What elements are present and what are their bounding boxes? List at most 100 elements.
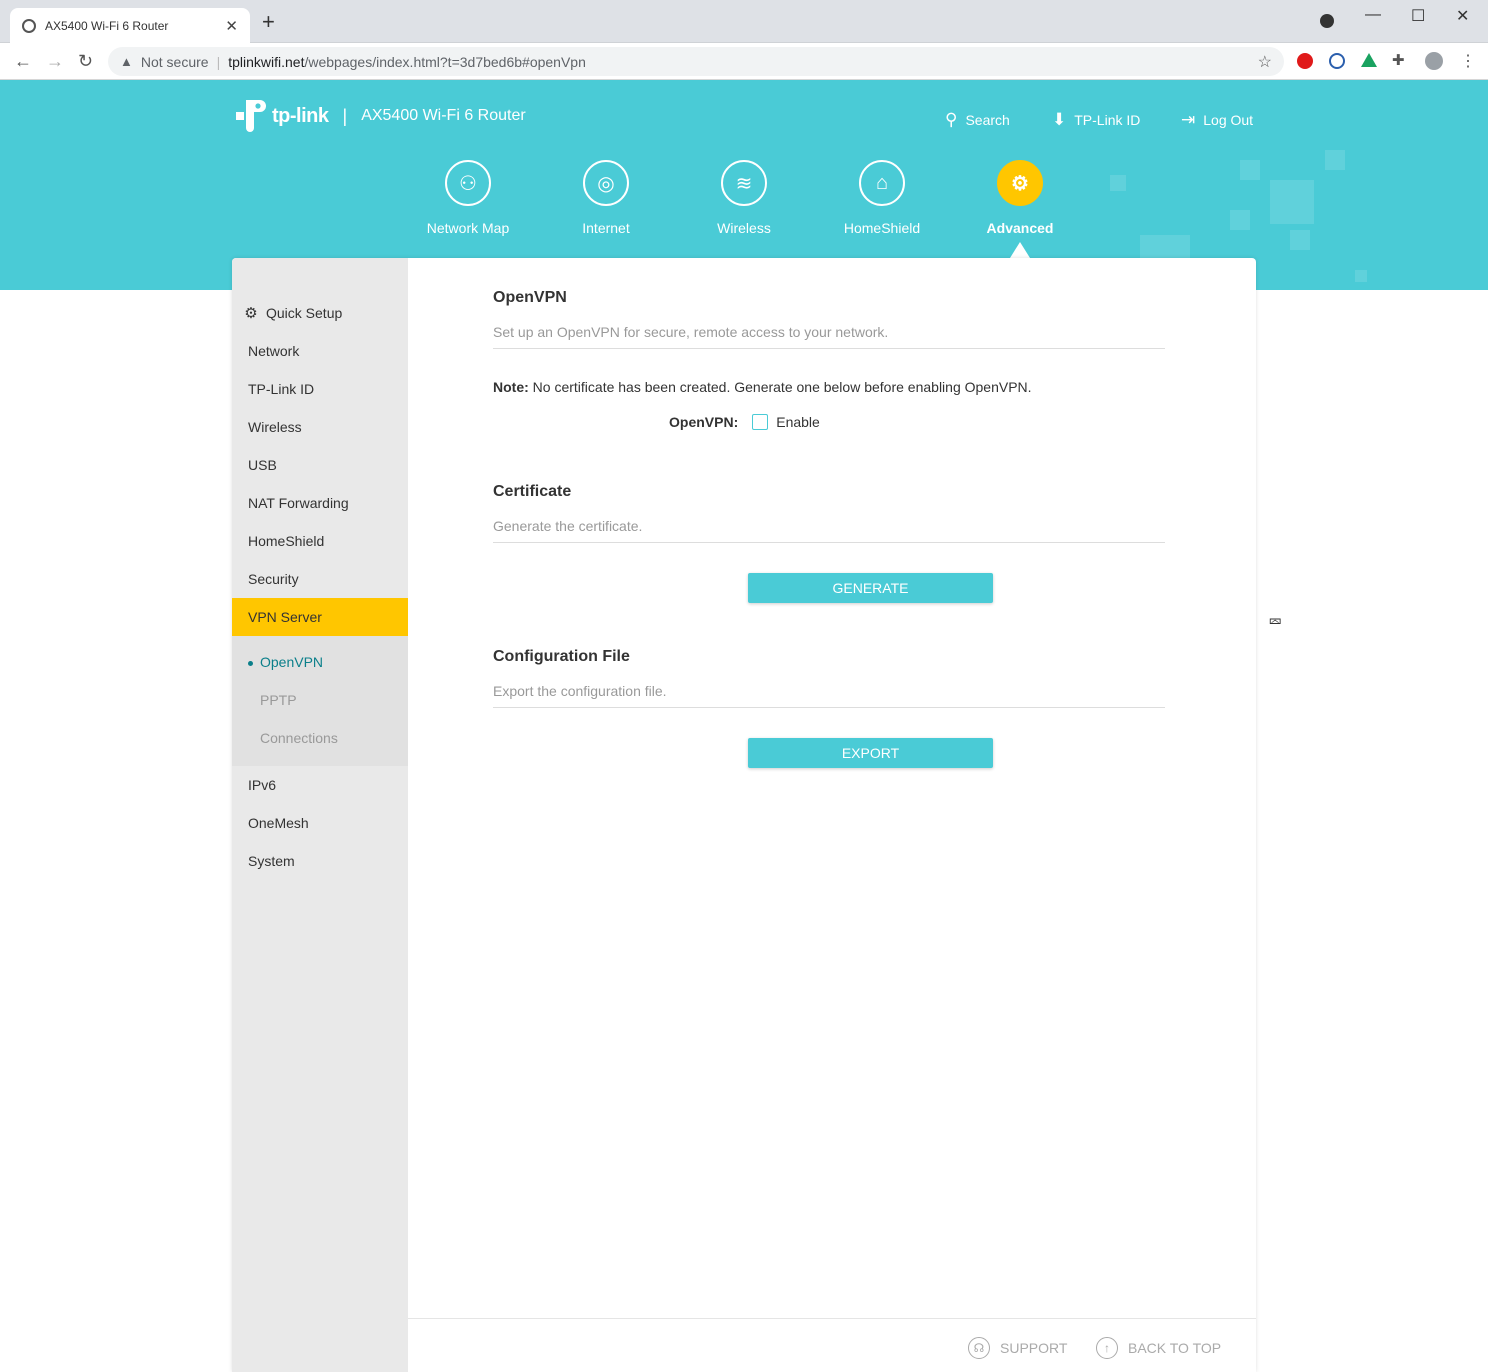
search-icon: ⚲ xyxy=(945,110,958,129)
openvpn-field-label: OpenVPN: xyxy=(669,414,739,430)
sidebar-item-label: IPv6 xyxy=(248,777,277,793)
opera-extension-icon[interactable] xyxy=(1297,53,1313,69)
export-button[interactable]: EXPORT xyxy=(748,738,993,768)
forward-icon[interactable]: → xyxy=(46,51,64,72)
sidebar-item-label: NAT Forwarding xyxy=(248,495,349,511)
tplink-id-link[interactable]: ⬇ TP-Link ID xyxy=(1052,110,1140,130)
sidebar-item-vpn-server[interactable]: VPN Server xyxy=(232,598,408,636)
sidebar-item-wireless[interactable]: Wireless xyxy=(232,408,408,446)
openvpn-title: OpenVPN xyxy=(493,289,567,306)
vpn-submenu: OpenVPN PPTP Connections xyxy=(232,636,408,766)
search-label: Search xyxy=(965,112,1010,128)
sidebar-item-label: Security xyxy=(248,571,299,587)
nav-wireless[interactable]: ≋ Wireless xyxy=(674,160,814,236)
sidebar-item-security[interactable]: Security xyxy=(232,560,408,598)
logout-label: Log Out xyxy=(1203,112,1254,128)
globe-icon: ◎ xyxy=(583,160,629,206)
maximize-icon[interactable]: ☐ xyxy=(1411,6,1425,26)
back-to-top-label: BACK TO TOP xyxy=(1128,1340,1222,1356)
nav-label: Advanced xyxy=(986,220,1054,236)
active-nav-pointer xyxy=(1010,242,1030,258)
sidebar-item-system[interactable]: System xyxy=(232,842,408,880)
security-label[interactable]: Not secure xyxy=(141,54,209,70)
nav-label: Internet xyxy=(582,220,630,236)
certificate-note: Note: No certificate has been created. G… xyxy=(493,379,1032,395)
new-tab-button[interactable]: + xyxy=(262,11,275,33)
openvpn-description: Set up an OpenVPN for secure, remote acc… xyxy=(493,324,1165,349)
search-link[interactable]: ⚲ Search xyxy=(945,110,1010,130)
url-path: /webpages/index.html?t=3d7bed6b#openVpn xyxy=(304,53,586,70)
tplink-id-label: TP-Link ID xyxy=(1074,112,1141,128)
sidebar-item-label: Quick Setup xyxy=(266,305,343,321)
sidebar-item-quick-setup[interactable]: ⚙ Quick Setup xyxy=(232,294,408,332)
tplink-logo: tp-link | AX5400 Wi-Fi 6 Router xyxy=(232,98,526,134)
arrow-up-icon: ↑ xyxy=(1096,1337,1118,1359)
window-close-icon[interactable]: ✕ xyxy=(1456,6,1469,26)
nav-internet[interactable]: ◎ Internet xyxy=(536,160,676,236)
submenu-item-connections[interactable]: Connections xyxy=(260,730,338,746)
certificate-description: Generate the certificate. xyxy=(493,518,1165,543)
nav-label: Network Map xyxy=(426,220,510,236)
router-model: AX5400 Wi-Fi 6 Router xyxy=(361,107,526,124)
sidebar-item-label: Network xyxy=(248,343,300,359)
generate-button[interactable]: GENERATE xyxy=(748,573,993,603)
active-dot xyxy=(248,661,253,666)
submenu-item-pptp[interactable]: PPTP xyxy=(260,692,297,708)
submenu-label: PPTP xyxy=(260,692,297,708)
enable-checkbox[interactable] xyxy=(752,414,769,430)
browser-tab[interactable]: AX5400 Wi-Fi 6 Router ✕ xyxy=(10,8,250,43)
sidebar-item-ipv6[interactable]: IPv6 xyxy=(232,766,408,804)
sidebar-item-network[interactable]: Network xyxy=(232,332,408,370)
back-to-top-link[interactable]: ↑ BACK TO TOP xyxy=(1096,1337,1221,1359)
brand-name: tp-link xyxy=(272,104,329,127)
minimize-icon[interactable]: — xyxy=(1365,6,1381,24)
support-link[interactable]: ☊ SUPPORT xyxy=(968,1337,1067,1359)
password-extension-icon[interactable] xyxy=(1329,53,1345,69)
network-map-icon: ⚇ xyxy=(445,160,491,206)
wifi-icon: ≋ xyxy=(721,160,767,206)
nav-advanced[interactable]: ⚙ Advanced xyxy=(950,160,1090,236)
logout-link[interactable]: ⇥ Log Out xyxy=(1181,110,1253,130)
browser-tab-bar: AX5400 Wi-Fi 6 Router ✕ + — ☐ ✕ xyxy=(0,0,1488,43)
tplink-logo-icon xyxy=(236,100,266,132)
extensions-puzzle-icon[interactable]: ✚ xyxy=(1392,51,1405,69)
logo-divider: | xyxy=(342,105,348,126)
globe-icon xyxy=(22,18,36,33)
url-field[interactable]: ▲ Not secure | tplinkwifi.net/webpages/i… xyxy=(108,47,1284,76)
gear-icon: ⚙ xyxy=(997,160,1043,206)
support-label: SUPPORT xyxy=(1000,1340,1068,1356)
nav-network-map[interactable]: ⚇ Network Map xyxy=(398,160,538,236)
url-host: tplinkwifi.net xyxy=(228,53,305,70)
headset-icon: ☊ xyxy=(968,1337,990,1359)
nav-homeshield[interactable]: ⌂ HomeShield xyxy=(812,160,952,236)
certificate-title: Certificate xyxy=(493,483,572,500)
warning-icon: ▲ xyxy=(120,54,133,69)
home-shield-icon: ⌂ xyxy=(859,160,905,206)
submenu-label: OpenVPN xyxy=(260,654,324,670)
sidebar-item-nat-forwarding[interactable]: NAT Forwarding xyxy=(232,484,408,522)
drive-extension-icon[interactable] xyxy=(1361,53,1377,67)
bookmark-star-icon[interactable]: ☆ xyxy=(1258,52,1272,72)
nav-label: HomeShield xyxy=(843,220,921,236)
tab-close-icon[interactable]: ✕ xyxy=(225,17,238,35)
browser-menu-icon[interactable]: ⋮ xyxy=(1460,51,1476,71)
sidebar-item-label: HomeShield xyxy=(248,533,325,549)
sidebar-item-tplink-id[interactable]: TP-Link ID xyxy=(232,370,408,408)
back-icon[interactable]: ← xyxy=(14,51,32,72)
sidebar-item-usb[interactable]: USB xyxy=(232,446,408,484)
sidebar-item-label: USB xyxy=(248,457,277,473)
submenu-label: Connections xyxy=(260,730,338,746)
submenu-item-openvpn[interactable]: OpenVPN xyxy=(248,654,324,670)
tab-title: AX5400 Wi-Fi 6 Router xyxy=(45,18,169,33)
sidebar-item-homeshield[interactable]: HomeShield xyxy=(232,522,408,560)
enable-checkbox-label[interactable]: Enable xyxy=(776,414,820,430)
reload-icon[interactable]: ↻ xyxy=(78,51,93,72)
note-text: No certificate has been created. Generat… xyxy=(528,379,1032,395)
sidebar-item-onemesh[interactable]: OneMesh xyxy=(232,804,408,842)
logout-icon: ⇥ xyxy=(1181,110,1196,129)
config-file-title: Configuration File xyxy=(493,648,630,665)
profile-avatar-icon[interactable] xyxy=(1425,52,1443,70)
note-label: Note: xyxy=(493,379,529,395)
profile-menu-icon[interactable] xyxy=(1320,14,1334,28)
nav-label: Wireless xyxy=(717,220,771,236)
